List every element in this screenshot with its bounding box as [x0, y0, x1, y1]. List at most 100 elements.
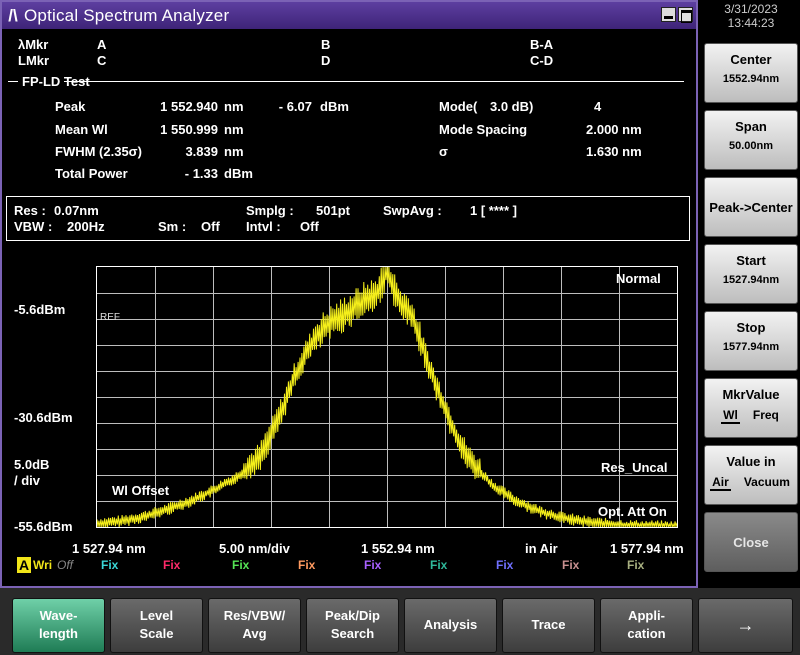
- next-page-button[interactable]: →: [698, 598, 793, 653]
- minimize-button[interactable]: [661, 7, 676, 22]
- arrow-right-icon: →: [736, 615, 755, 635]
- date: 3/31/2023: [724, 2, 778, 16]
- marker-c-d: C-D: [530, 53, 554, 68]
- total-power-label: Total Power: [55, 166, 128, 181]
- wavelength-button[interactable]: Wave- length: [12, 598, 105, 653]
- title-bar[interactable]: /\ Optical Spectrum Analyzer: [2, 2, 696, 29]
- vbw-value: 200Hz: [67, 219, 105, 234]
- x-center-label: 1 552.94 nm: [361, 541, 435, 556]
- mkr-freq-option[interactable]: Freq: [751, 408, 781, 422]
- level-label-1: Level: [139, 608, 174, 623]
- stop-value: 1577.94nm: [722, 341, 780, 353]
- peak-dip-search-button[interactable]: Peak/Dip Search: [306, 598, 399, 653]
- peak-wavelength: 1 552.940: [160, 99, 218, 114]
- x-stop-label: 1 577.94 nm: [610, 541, 684, 556]
- peak-center-button[interactable]: Peak->Center: [704, 177, 798, 237]
- spectrum-plot[interactable]: [96, 266, 678, 528]
- peak-center-label: Peak->Center: [709, 200, 793, 215]
- mkr-value-button[interactable]: MkrValue Wl Freq: [704, 378, 798, 438]
- value-in-label: Value in: [726, 454, 776, 469]
- sm-label: Sm :: [158, 219, 187, 234]
- stop-button[interactable]: Stop 1577.94nm: [704, 311, 798, 371]
- lambda-marker-label: λMkr: [18, 37, 49, 52]
- mkr-value-label: MkrValue: [722, 387, 780, 402]
- air-option[interactable]: Air: [710, 475, 731, 491]
- trace-button[interactable]: Trace: [502, 598, 595, 653]
- mode-spacing-value: 2.000 nm: [586, 122, 642, 137]
- swpavg-value: 1 [ **** ]: [470, 203, 517, 218]
- trace-5-label[interactable]: Fix: [298, 558, 315, 572]
- window-title: Optical Spectrum Analyzer: [24, 5, 230, 25]
- res-vbw-avg-button[interactable]: Res/VBW/ Avg: [208, 598, 301, 653]
- trace-9-label[interactable]: Fix: [562, 558, 579, 572]
- wavelength-label-2: length: [39, 626, 78, 641]
- intvl-label: Intvl :: [246, 219, 281, 234]
- fwhm-label: FWHM (2.35σ): [55, 144, 142, 159]
- center-label: Center: [730, 52, 772, 67]
- swpavg-label: SwpAvg :: [383, 203, 442, 218]
- peak-level-unit: dBm: [320, 99, 349, 114]
- marker-d: D: [321, 53, 331, 68]
- x-start-label: 1 527.94 nm: [72, 541, 146, 556]
- close-label: Close: [733, 535, 769, 550]
- peak-dip-label-1: Peak/Dip: [325, 608, 380, 623]
- analysis-button[interactable]: Analysis: [404, 598, 497, 653]
- datetime: 3/31/2023 13:44:23: [702, 2, 800, 30]
- ref-level-label: -5.6dBm: [14, 302, 66, 317]
- center-button[interactable]: Center 1552.94nm: [704, 43, 798, 103]
- sweep-mode-label: Normal: [616, 271, 661, 286]
- application-label-1: Appli-: [628, 608, 665, 623]
- marker-b-a: B-A: [530, 37, 554, 52]
- mid-level-label: -30.6dBm: [14, 410, 73, 425]
- sm-value: Off: [201, 219, 220, 234]
- application-button[interactable]: Appli- cation: [600, 598, 693, 653]
- start-label: Start: [736, 253, 766, 268]
- wavelength-label-1: Wave-: [39, 608, 78, 623]
- trace-a-indicator[interactable]: A: [17, 557, 31, 573]
- mode-threshold: 3.0 dB): [490, 99, 534, 114]
- level-scale-button[interactable]: Level Scale: [110, 598, 203, 653]
- mkr-wl-option[interactable]: Wl: [721, 408, 740, 424]
- spectrum-trace: [97, 267, 677, 527]
- trace-6-label[interactable]: Fix: [364, 558, 381, 572]
- center-value: 1552.94nm: [722, 73, 780, 85]
- mean-wl-value: 1 550.999: [160, 122, 218, 137]
- trace-3-label[interactable]: Fix: [163, 558, 180, 572]
- trace-8-label[interactable]: Fix: [496, 558, 513, 572]
- peak-dip-label-2: Search: [330, 626, 375, 641]
- x-medium-label: in Air: [525, 541, 558, 556]
- start-button[interactable]: Start 1527.94nm: [704, 244, 798, 304]
- fwhm-value: 3.839: [185, 144, 218, 159]
- mode-count: 4: [594, 99, 602, 114]
- trace-2-label[interactable]: Fix: [101, 558, 118, 572]
- res-label-2: Avg: [242, 626, 267, 641]
- marker-a: A: [97, 37, 107, 52]
- fwhm-unit: nm: [224, 144, 244, 159]
- res-label-1: Res/VBW/: [223, 608, 286, 623]
- peak-wavelength-unit: nm: [224, 99, 244, 114]
- trace-7-label[interactable]: Fix: [430, 558, 447, 572]
- value-in-button[interactable]: Value in Air Vacuum: [704, 445, 798, 505]
- trace-4-label[interactable]: Fix: [232, 558, 249, 572]
- trace-10-label[interactable]: Fix: [627, 558, 644, 572]
- close-button[interactable]: Close: [704, 512, 798, 572]
- scale-unit-label: / div: [14, 473, 41, 488]
- res-value: 0.07nm: [54, 203, 99, 218]
- maximize-button[interactable]: [678, 7, 693, 23]
- mean-wl-label: Mean Wl: [55, 122, 108, 137]
- mode-spacing-label: Mode Spacing: [439, 122, 528, 137]
- peak-label: Peak: [55, 99, 86, 114]
- vacuum-option[interactable]: Vacuum: [742, 475, 792, 489]
- bottom-level-label: -55.6dBm: [14, 519, 73, 534]
- opt-att-label: Opt. Att On: [598, 504, 667, 519]
- span-label: Span: [735, 119, 767, 134]
- analysis-label: Analysis: [423, 617, 478, 632]
- level-marker-label: LMkr: [18, 53, 50, 68]
- span-value: 50.00nm: [728, 140, 774, 152]
- span-button[interactable]: Span 50.00nm: [704, 110, 798, 170]
- mean-wl-unit: nm: [224, 122, 244, 137]
- divider: [64, 81, 684, 82]
- ref-marker: REF: [100, 312, 120, 323]
- intvl-value: Off: [300, 219, 319, 234]
- application-label-2: cation: [627, 626, 666, 641]
